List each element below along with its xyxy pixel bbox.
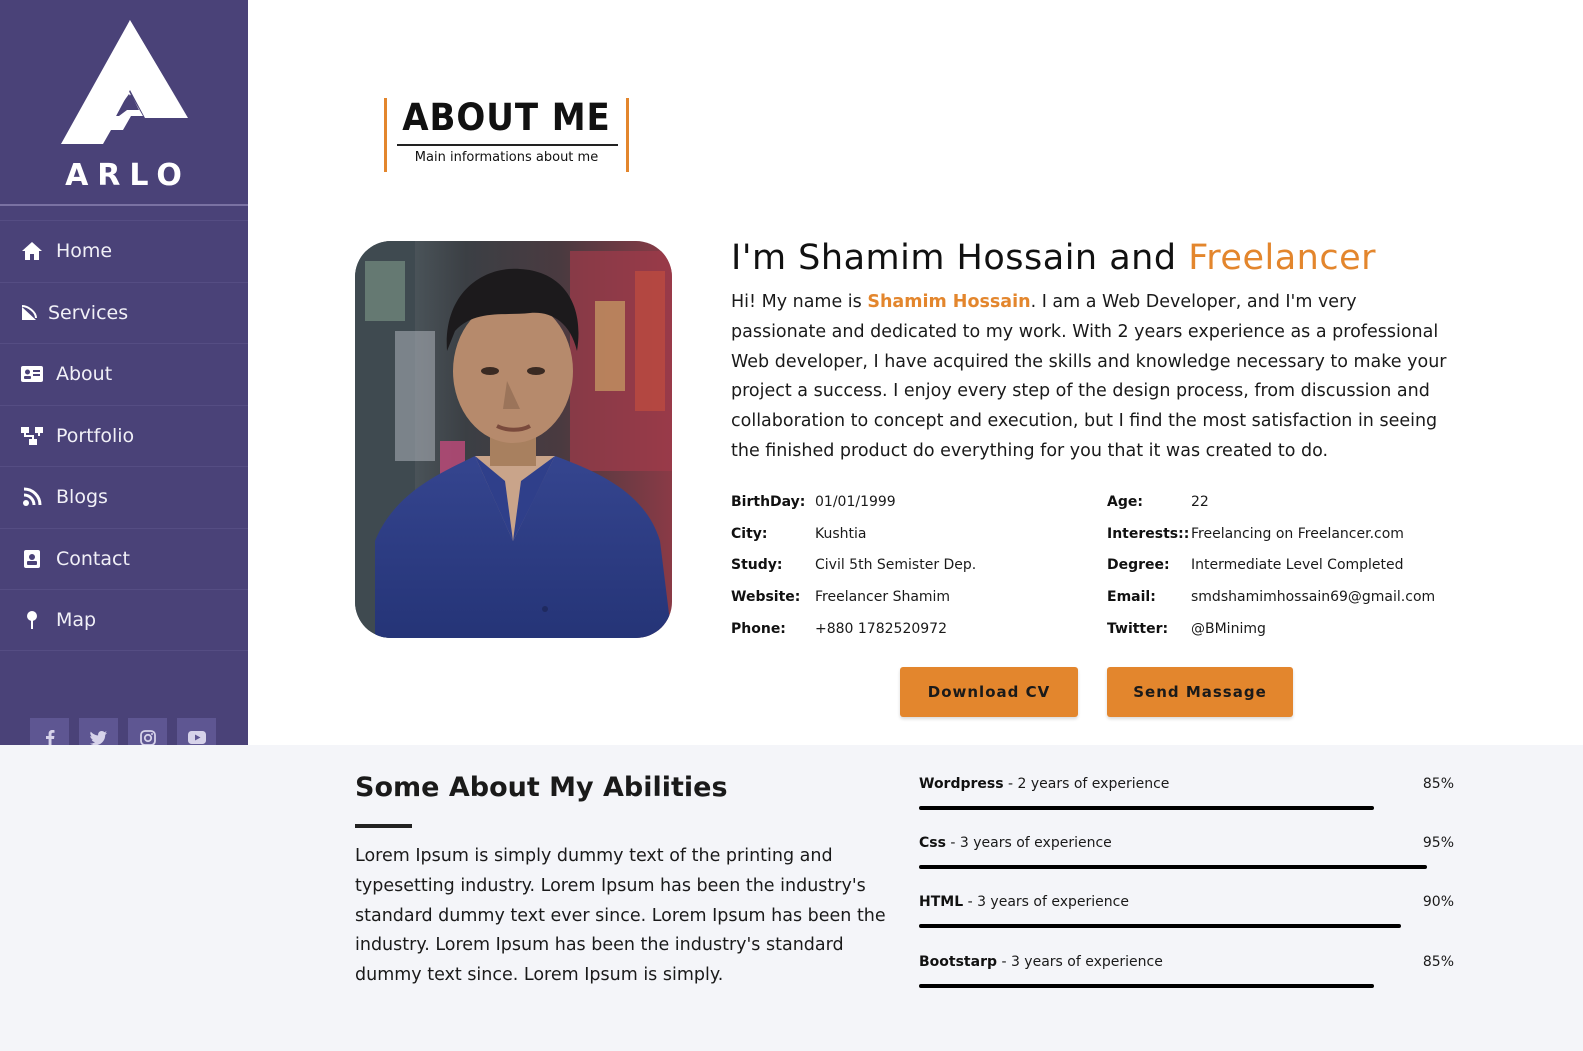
skill-detail: - 3 years of experience <box>963 894 1129 910</box>
skill-bar <box>919 984 1454 988</box>
sidebar-item-contact[interactable]: Contact <box>0 527 248 590</box>
skill-bar-fill <box>919 806 1374 810</box>
skill-label: Css - 3 years of experience <box>919 835 1112 851</box>
sidebar-item-label: Blogs <box>56 486 108 509</box>
sidebar-nav: Home Services About Portfolio Blogs Cont… <box>0 220 248 651</box>
sidebar-item-map[interactable]: Map <box>0 589 248 651</box>
info-label: Twitter: <box>1107 621 1169 637</box>
sidebar-item-label: About <box>56 363 113 386</box>
info-label: Email: <box>1107 589 1156 605</box>
intro-heading-text: I'm Shamim Hossain and <box>731 238 1189 278</box>
skill-percent: 85% <box>1422 954 1454 970</box>
skill-name: Bootstarp <box>919 954 997 970</box>
info-value: 22 <box>1191 494 1209 510</box>
sidebar-item-label: Map <box>56 608 97 631</box>
page-title: ABOUT ME <box>402 96 611 139</box>
info-label: Interests:: <box>1107 526 1190 542</box>
logo-text: ARLO <box>65 157 191 193</box>
home-icon <box>20 240 44 262</box>
abilities-title: Some About My Abilities <box>355 772 728 803</box>
profile-photo <box>355 241 672 638</box>
info-label: Degree: <box>1107 557 1170 573</box>
sidebar-item-home[interactable]: Home <box>0 220 248 282</box>
intro-section: I'm Shamim Hossain and Freelancer Hi! My… <box>731 238 1471 467</box>
email-value: smdshamimhossain69@gmail.com <box>1191 589 1436 605</box>
sidebar-item-blogs[interactable]: Blogs <box>0 466 248 528</box>
info-label: BirthDay: <box>731 494 806 510</box>
info-label: Study: <box>731 557 783 573</box>
skill-bar <box>919 924 1454 928</box>
skill-bar <box>919 806 1454 810</box>
skill-detail: - 3 years of experience <box>945 835 1112 851</box>
intro-name-highlight: Shamim Hossain <box>867 292 1031 312</box>
map-pin-icon <box>20 609 44 631</box>
info-value: +880 1782520972 <box>815 621 947 637</box>
skill-label: HTML - 3 years of experience <box>919 894 1129 910</box>
skill-bar-fill <box>919 865 1428 869</box>
skill-html: HTML - 3 years of experience 90% <box>919 894 1454 934</box>
send-message-button[interactable]: Send Massage <box>1107 667 1293 717</box>
skill-name: HTML <box>919 894 964 910</box>
skill-bar <box>919 865 1454 869</box>
skill-percent: 85% <box>1422 776 1454 792</box>
intro-heading: I'm Shamim Hossain and Freelancer <box>731 238 1471 278</box>
skill-bar-fill <box>919 924 1401 928</box>
info-label: Age: <box>1107 494 1143 510</box>
info-label: Website: <box>731 589 801 605</box>
sidebar-item-services[interactable]: Services <box>0 281 248 344</box>
sidebar-item-label: Services <box>48 301 129 324</box>
info-value: Civil 5th Semister Dep. <box>815 557 977 573</box>
abilities-underline <box>355 824 412 828</box>
contact-icon <box>20 548 44 570</box>
intro-heading-accent: Freelancer <box>1188 238 1376 278</box>
rss-icon <box>20 486 44 508</box>
twitter-handle: @BMinimg <box>1191 621 1266 637</box>
id-card-icon <box>20 363 44 385</box>
sitemap-icon <box>20 425 44 447</box>
arlo-logo-icon <box>61 19 188 144</box>
skill-name: Wordpress <box>919 776 1004 792</box>
logo[interactable]: ARLO <box>0 0 248 206</box>
sidebar-item-label: Portfolio <box>56 424 135 447</box>
info-label: Phone: <box>731 621 786 637</box>
skill-css: Css - 3 years of experience 95% <box>919 835 1454 875</box>
skill-wordpress: Wordpress - 2 years of experience 85% <box>919 776 1454 816</box>
info-value: Kushtia <box>815 526 867 542</box>
page-subtitle: Main informations about me <box>414 150 599 165</box>
abilities-paragraph: Lorem Ipsum is simply dummy text of the … <box>355 846 886 986</box>
info-value: 01/01/1999 <box>815 494 896 510</box>
intro-paragraph: Hi! My name is Shamim Hossain. I am a We… <box>731 288 1456 467</box>
skill-bootstrap: Bootstarp - 3 years of experience 85% <box>919 954 1454 994</box>
sidebar-item-label: Home <box>56 240 113 263</box>
services-icon <box>20 302 38 324</box>
skill-detail: - 3 years of experience <box>997 954 1163 970</box>
skill-detail: - 2 years of experience <box>1003 776 1170 792</box>
section-title-box: ABOUT ME Main informations about me <box>384 96 629 172</box>
info-label: City: <box>731 526 768 542</box>
info-value: Intermediate Level Completed <box>1191 557 1404 573</box>
download-cv-button[interactable]: Download CV <box>900 667 1078 717</box>
skill-percent: 90% <box>1422 894 1454 910</box>
skill-bar-fill <box>919 984 1374 988</box>
sidebar-item-about[interactable]: About <box>0 343 248 405</box>
website-link[interactable]: Freelancer Shamim <box>815 589 950 605</box>
sidebar: ARLO Home Services About Portfolio Blogs… <box>0 0 248 757</box>
skill-name: Css <box>919 835 946 851</box>
skill-label: Bootstarp - 3 years of experience <box>919 954 1163 970</box>
skill-label: Wordpress - 2 years of experience <box>919 776 1169 792</box>
sidebar-item-portfolio[interactable]: Portfolio <box>0 404 248 467</box>
intro-text-body: . I am a Web Developer, and I'm very pas… <box>731 292 1447 461</box>
skill-percent: 95% <box>1422 835 1454 851</box>
info-value: Freelancing on Freelancer.com <box>1191 526 1404 542</box>
sidebar-item-label: Contact <box>56 547 130 570</box>
intro-text-prefix: Hi! My name is <box>731 292 868 312</box>
title-divider <box>397 144 618 146</box>
